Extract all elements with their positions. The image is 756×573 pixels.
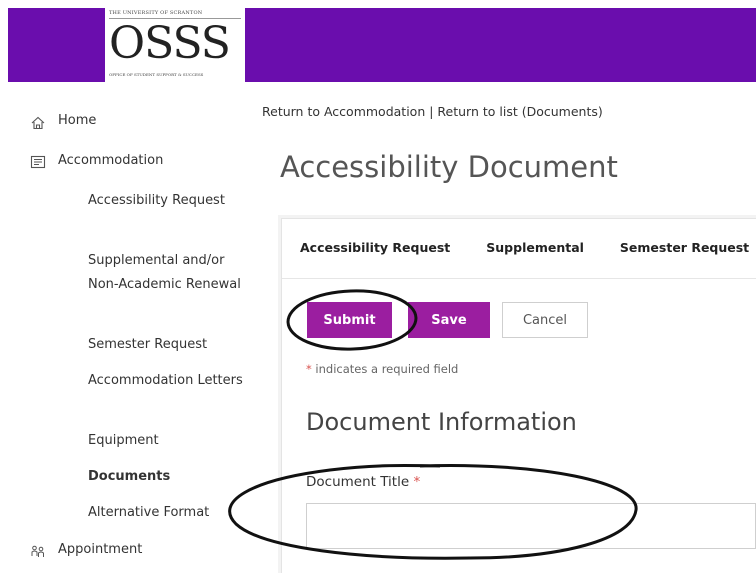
tab-semester-request[interactable]: Semester Request: [620, 240, 749, 255]
document-title-label: Document Title *: [306, 474, 420, 490]
breadcrumb-return-accommodation[interactable]: Return to Accommodation: [262, 104, 425, 119]
sidebar-subitem-accommodation-letters[interactable]: Accommodation Letters: [88, 369, 248, 393]
sidebar-subitem-accessibility-request[interactable]: Accessibility Request: [88, 189, 248, 213]
site-header: THE UNIVERSITY OF SCRANTON OSSS OFFICE O…: [8, 8, 756, 82]
cancel-button[interactable]: Cancel: [502, 302, 588, 338]
document-title-label-text: Document Title: [306, 474, 410, 490]
sidebar-item-home[interactable]: Home: [31, 113, 97, 130]
required-field-note: * indicates a required field: [306, 362, 458, 376]
sidebar-subitem-semester-request[interactable]: Semester Request: [88, 333, 248, 357]
submit-button[interactable]: Submit: [307, 302, 392, 338]
people-icon: [31, 545, 44, 557]
document-list-icon: [30, 155, 46, 169]
page-title: Accessibility Document: [280, 150, 618, 184]
sidebar-item-label: Appointment: [58, 542, 143, 557]
osss-logo[interactable]: THE UNIVERSITY OF SCRANTON OSSS OFFICE O…: [105, 8, 245, 82]
section-title: Document Information: [306, 408, 577, 436]
breadcrumb-separator: |: [425, 104, 438, 119]
home-icon: [31, 116, 45, 130]
sidebar-item-accommodation[interactable]: Accommodation: [30, 153, 164, 169]
logo-main-text: OSSS: [109, 18, 231, 69]
logo-office-text: OFFICE OF STUDENT SUPPORT & SUCCESS: [109, 72, 204, 77]
document-title-input[interactable]: [306, 503, 756, 549]
breadcrumb-return-list[interactable]: Return to list (Documents): [437, 104, 602, 119]
tab-supplemental[interactable]: Supplemental: [486, 240, 584, 255]
sidebar-item-label: Home: [58, 113, 97, 128]
required-star: *: [413, 474, 421, 490]
sidebar-subitem-supplemental-renewal[interactable]: Supplemental and/or Non-Academic Renewal: [88, 249, 248, 297]
breadcrumb: Return to Accommodation | Return to list…: [262, 104, 603, 119]
tab-accessibility-request[interactable]: Accessibility Request: [300, 240, 450, 255]
sidebar-item-appointment[interactable]: Appointment: [31, 542, 143, 557]
logo-university-text: THE UNIVERSITY OF SCRANTON: [109, 10, 203, 16]
required-note-text: indicates a required field: [311, 362, 459, 376]
tab-divider: [282, 278, 756, 279]
sidebar-subitem-documents[interactable]: Documents: [88, 465, 248, 489]
sidebar-item-label: Accommodation: [58, 153, 164, 168]
tab-bar: Accessibility Request Supplemental Semes…: [300, 240, 756, 255]
save-button[interactable]: Save: [408, 302, 490, 338]
sidebar-subitem-alternative-format[interactable]: Alternative Format: [88, 501, 248, 525]
sidebar-subitem-equipment[interactable]: Equipment: [88, 429, 248, 453]
